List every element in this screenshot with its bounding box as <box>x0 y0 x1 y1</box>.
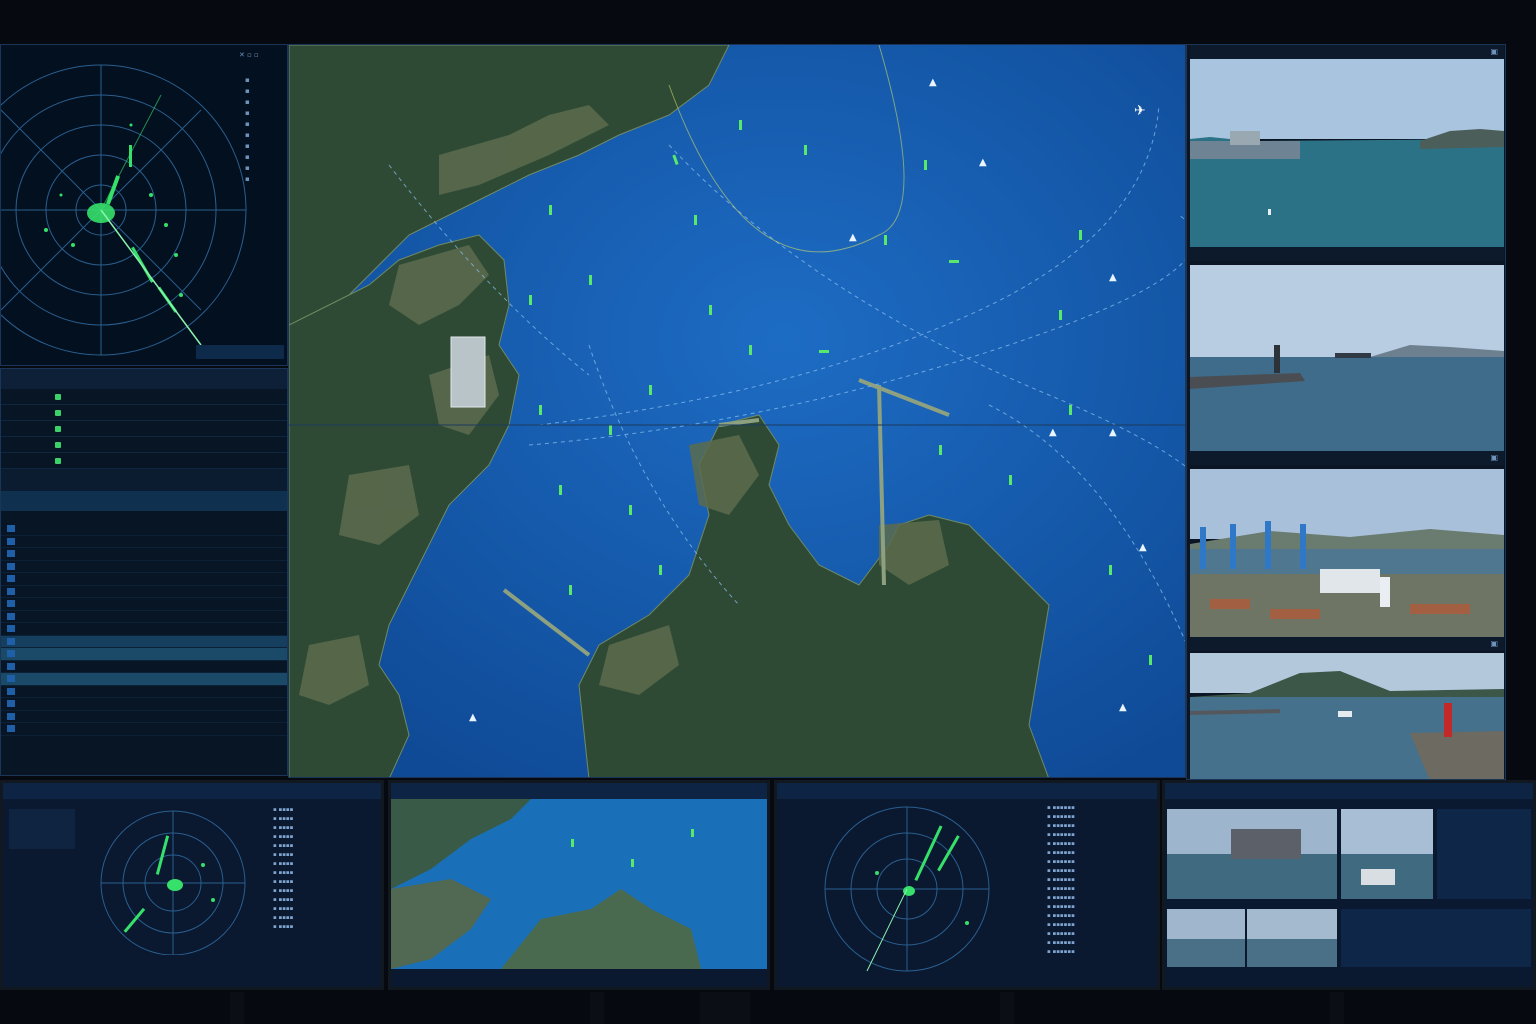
camera-monitor[interactable] <box>1162 780 1536 990</box>
list-item[interactable] <box>1 561 287 573</box>
svg-text:▲: ▲ <box>1109 427 1117 438</box>
radar-track-list[interactable]: ▪ ▪▪▪▪ ▪ ▪▪▪▪ ▪ ▪▪▪▪ ▪ ▪▪▪▪ ▪ ▪▪▪▪ ▪ ▪▪▪▪ ▪ ▪… <box>273 807 293 933</box>
camera-toolbar: ▣ <box>1190 451 1504 465</box>
table-row[interactable] <box>1 453 287 469</box>
harbor-overview-feed[interactable] <box>1190 59 1504 247</box>
monitor-stand <box>1330 992 1344 1024</box>
vessel-track-table[interactable] <box>0 368 288 776</box>
list-item[interactable] <box>1 573 287 586</box>
camera-toolbar[interactable]: ▣ <box>1190 45 1504 59</box>
monitor-stand <box>1000 992 1014 1024</box>
svg-text:▲: ▲ <box>469 712 477 723</box>
list-item[interactable] <box>1 611 287 623</box>
list-item[interactable] <box>1 711 287 723</box>
radar-sweep <box>100 209 202 346</box>
table-toolbar[interactable] <box>1 469 287 491</box>
table-row[interactable] <box>1 421 287 437</box>
svg-text:▲: ▲ <box>1139 542 1147 553</box>
monitor-stand <box>700 992 750 1024</box>
vessel-list-header <box>1 491 287 511</box>
lighthouse-breakwater-feed[interactable] <box>1190 265 1504 451</box>
list-item[interactable] <box>1 598 287 611</box>
list-item[interactable] <box>1 548 287 561</box>
list-item[interactable] <box>1 635 287 648</box>
status-dot <box>55 394 61 400</box>
container-terminal-feed[interactable] <box>1190 469 1504 637</box>
monitor-title-bar <box>3 783 381 799</box>
radar-scope <box>100 810 246 955</box>
camera-icon[interactable]: ▣ <box>1490 639 1498 648</box>
red-lighthouse-feed[interactable] <box>1190 653 1504 779</box>
harbor-chart-mini[interactable] <box>391 799 767 969</box>
svg-text:▲: ▲ <box>849 232 857 243</box>
list-item[interactable] <box>1 623 287 636</box>
monitor-stand <box>590 992 604 1024</box>
camera-icon[interactable]: ▣ <box>1490 453 1498 462</box>
monitor-stand <box>230 992 244 1024</box>
radar-control-column[interactable]: ▪ ▪ ▪ ▪ ▪ ▪ ▪ ▪ ▪ ▪ <box>245 75 250 185</box>
radar-monitor[interactable]: ▪ ▪▪▪▪ ▪ ▪▪▪▪ ▪ ▪▪▪▪ ▪ ▪▪▪▪ ▪ ▪▪▪▪ ▪ ▪▪▪▪ ▪ ▪… <box>0 780 384 990</box>
list-item-selected[interactable] <box>1 648 287 661</box>
list-item[interactable] <box>1 536 287 548</box>
track-table-header <box>1 369 287 389</box>
list-item[interactable] <box>1 723 287 736</box>
list-item[interactable] <box>1 686 287 698</box>
status-dot <box>55 442 61 448</box>
svg-text:▲: ▲ <box>929 77 937 88</box>
status-dot <box>55 426 61 432</box>
port-facility <box>450 336 486 408</box>
video-wall: ✕ ▫ ▫ ▪ ▪ ▪ ▪ ▪ ▪ ▪ ▪ ▪ ▪ ▲ ▲ ▲ ▲ ▲ ▲ ▲ … <box>0 0 1536 1024</box>
svg-text:▲: ▲ <box>1109 272 1117 283</box>
list-item[interactable] <box>1 586 287 598</box>
harbor-chart-map[interactable]: ▲ ▲ ▲ ▲ ▲ ▲ ▲ ▲ ▲ ✈ <box>288 44 1186 778</box>
table-row[interactable] <box>1 405 287 421</box>
svg-text:✈: ✈ <box>1134 103 1146 119</box>
list-item[interactable] <box>1 523 287 536</box>
radar-scope <box>1 64 247 356</box>
radar-track-list[interactable]: ▪ ▪▪▪▪▪▪ ▪ ▪▪▪▪▪▪ ▪ ▪▪▪▪▪▪ ▪ ▪▪▪▪▪▪ ▪ ▪▪▪▪▪▪… <box>1047 805 1075 958</box>
camera-grid[interactable] <box>1165 799 1533 969</box>
radar-display[interactable]: ✕ ▫ ▫ ▪ ▪ ▪ ▪ ▪ ▪ ▪ ▪ ▪ ▪ <box>0 44 288 366</box>
camera-toolbar: ▣ <box>1190 637 1504 651</box>
radar-echoes <box>44 123 183 313</box>
table-row[interactable] <box>1 437 287 453</box>
list-item-selected[interactable] <box>1 673 287 686</box>
radar-scope <box>824 806 990 972</box>
svg-text:▲: ▲ <box>1049 427 1057 438</box>
status-dot <box>55 458 61 464</box>
radar-side-menu[interactable] <box>9 809 75 849</box>
list-item[interactable] <box>1 661 287 673</box>
camera-toolbar <box>1190 247 1504 261</box>
map-monitor[interactable] <box>388 780 770 990</box>
close-icon[interactable]: ✕ ▫ ▫ <box>239 51 259 59</box>
monitor-title-bar <box>391 783 767 799</box>
status-dot <box>55 410 61 416</box>
list-item[interactable] <box>1 698 287 711</box>
svg-text:▲: ▲ <box>979 157 987 168</box>
radar-scale-bar <box>196 345 284 359</box>
monitor-title-bar <box>777 783 1157 799</box>
table-row[interactable] <box>1 389 287 405</box>
svg-text:▲: ▲ <box>1119 702 1127 713</box>
radar-monitor-secondary[interactable]: ▪ ▪▪▪▪▪▪ ▪ ▪▪▪▪▪▪ ▪ ▪▪▪▪▪▪ ▪ ▪▪▪▪▪▪ ▪ ▪▪▪▪▪▪… <box>774 780 1160 990</box>
monitor-title-bar <box>1165 783 1533 799</box>
camera-icon[interactable]: ▣ <box>1490 47 1498 56</box>
camera-feed-stack[interactable]: ▣ ▣ ▣ <box>1186 44 1506 780</box>
